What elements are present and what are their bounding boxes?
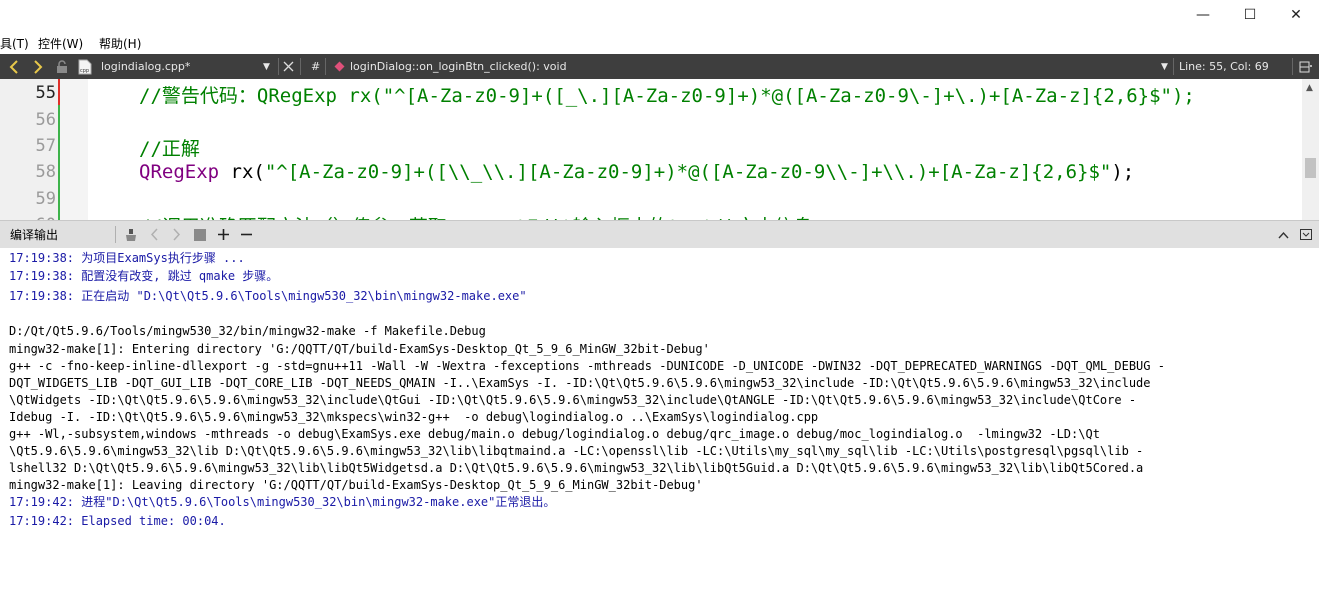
maximize-icon: ☐ (1243, 7, 1257, 23)
line-number: 55 (35, 83, 56, 103)
next-item-button[interactable] (172, 221, 181, 248)
chevron-right-icon (34, 59, 43, 74)
output-line: 17:19:38: 为项目ExamSys执行步骤 ... (9, 251, 245, 265)
line-number: 59 (35, 189, 56, 209)
clear-output-button[interactable] (124, 221, 138, 248)
minimize-icon: — (1196, 7, 1210, 23)
maximize-button[interactable]: ☐ (1227, 0, 1273, 30)
toolbar-divider (1292, 58, 1293, 75)
close-button[interactable]: ✕ (1273, 0, 1319, 30)
symbol-dropdown-button[interactable]: ▼ (1161, 54, 1168, 79)
output-line: \Qt5.9.6\5.9.6\mingw53_32\lib D:\Qt\Qt5.… (9, 444, 1144, 458)
menu-bar: 具(T) 控件(W) 帮助(H) (0, 30, 1319, 54)
code-string: "^[A-Za-z0-9]+([\\_\\.][A-Za-z0-9]+)*@([… (264, 161, 1112, 183)
close-document-button[interactable] (283, 54, 294, 79)
file-selector[interactable]: logindialog.cpp* (101, 54, 190, 79)
zoom-out-button[interactable] (240, 221, 253, 248)
menu-widgets[interactable]: 控件(W) (38, 35, 83, 52)
close-icon: ✕ (1290, 7, 1302, 23)
code-line: QRegExp rx("^[A-Za-z0-9]+([\\_\\.][A-Za-… (139, 161, 1134, 183)
chevron-down-icon: ▼ (1161, 61, 1168, 72)
file-dropdown-button[interactable]: ▼ (263, 54, 270, 79)
fold-margin (60, 79, 88, 220)
maximize-panel-button[interactable] (1278, 221, 1289, 248)
output-line: g++ -Wl,-subsystem,windows -mthreads -o … (9, 427, 1100, 441)
chevron-left-icon (9, 59, 18, 74)
close-panel-icon (1300, 229, 1312, 240)
line-number: 58 (35, 162, 56, 182)
minimize-button[interactable]: — (1180, 0, 1226, 30)
window-titlebar: — ☐ ✕ (0, 0, 1319, 30)
symbol-selector[interactable]: loginDialog::on_loginBtn_clicked(): void (334, 54, 567, 79)
svg-text:cpp: cpp (80, 68, 89, 74)
code-plain: ); (1111, 161, 1135, 183)
editor-scrollbar[interactable]: ▲ (1302, 79, 1319, 220)
split-icon (1299, 61, 1312, 72)
close-panel-button[interactable] (1300, 221, 1312, 248)
chevron-down-icon: ▼ (263, 61, 270, 72)
editor-toolbar: cpp logindialog.cpp* ▼ # loginDialog::on… (0, 54, 1319, 79)
minus-icon (241, 233, 252, 236)
forward-button[interactable] (33, 54, 43, 79)
hash-label: # (311, 60, 321, 73)
output-line: \QtWidgets -ID:\Qt\Qt5.9.6\5.9.6\mingw53… (9, 393, 1137, 407)
output-line: mingw32-make[1]: Entering directory 'G:/… (9, 342, 710, 356)
line-number: 57 (35, 136, 56, 156)
toolbar-divider (1173, 58, 1174, 75)
menu-tools[interactable]: 具(T) (0, 35, 29, 52)
output-line: 17:19:38: 正在启动 "D:\Qt\Qt5.9.6\Tools\ming… (9, 289, 527, 303)
scrollbar-thumb[interactable] (1305, 158, 1316, 178)
code-editor[interactable]: 55 //警告代码：QRegExp rx("^[A-Za-z0-9]+([_\.… (0, 79, 1319, 220)
output-line: 17:19:42: 进程"D:\Qt\Qt5.9.6\Tools\mingw53… (9, 495, 556, 509)
chevron-left-icon (150, 228, 158, 241)
stop-button[interactable] (194, 221, 206, 248)
output-line: 17:19:38: 配置没有改变, 跳过 qmake 步骤。 (9, 269, 279, 283)
output-line: Idebug -I. -ID:\Qt\Qt5.9.6\5.9.6\mingw53… (9, 410, 819, 424)
code-type: QRegExp (139, 161, 220, 183)
lock-icon (56, 54, 68, 79)
panel-title: 编译输出 (10, 228, 59, 242)
output-panel-header: 编译输出 (0, 220, 1319, 248)
output-line: mingw32-make[1]: Leaving directory 'G:/Q… (9, 478, 703, 492)
back-button[interactable] (9, 54, 19, 79)
stop-icon (194, 228, 206, 241)
chevron-up-icon (1278, 231, 1289, 238)
line-number: 56 (35, 110, 56, 130)
cpp-file-icon: cpp (78, 54, 92, 79)
code-line: //警告代码：QRegExp rx("^[A-Za-z0-9]+([_\.][A… (139, 85, 1195, 107)
zoom-in-button[interactable] (217, 221, 230, 248)
cursor-position[interactable]: Line: 55, Col: 69 (1179, 54, 1269, 79)
function-icon (334, 61, 345, 72)
plus-icon (218, 229, 229, 240)
toolbar-divider (300, 58, 301, 75)
panel-divider (115, 226, 116, 243)
code-line: //调用准确匹配方法（）传参，获取accountEdit输入框中的text()文… (139, 212, 812, 220)
output-line: D:/Qt/Qt5.9.6/Tools/mingw530_32/bin/ming… (9, 324, 486, 338)
previous-item-button[interactable] (150, 221, 159, 248)
scroll-up-icon[interactable]: ▲ (1306, 83, 1313, 93)
function-signature: loginDialog::on_loginBtn_clicked(): void (350, 60, 567, 73)
menu-help[interactable]: 帮助(H) (99, 35, 141, 52)
output-line: 17:19:42: Elapsed time: 00:04. (9, 514, 226, 528)
output-line: DQT_WIDGETS_LIB -DQT_GUI_LIB -DQT_CORE_L… (9, 376, 1151, 390)
code-line: //正解 (139, 138, 200, 160)
chevron-right-icon (173, 228, 181, 241)
code-plain: rx( (219, 161, 265, 183)
toolbar-divider (325, 58, 326, 75)
compile-output[interactable]: 17:19:38: 为项目ExamSys执行步骤 ... 17:19:38: 配… (0, 248, 1319, 614)
split-button[interactable] (1299, 54, 1313, 79)
clear-icon (126, 228, 136, 241)
toolbar-divider (278, 58, 279, 75)
output-line: g++ -c -fno-keep-inline-dllexport -g -st… (9, 359, 1165, 373)
output-line: lshell32 D:\Qt\Qt5.9.6\5.9.6\mingw53_32\… (9, 461, 1144, 475)
file-name: logindialog.cpp* (101, 60, 191, 73)
close-icon (283, 61, 294, 72)
